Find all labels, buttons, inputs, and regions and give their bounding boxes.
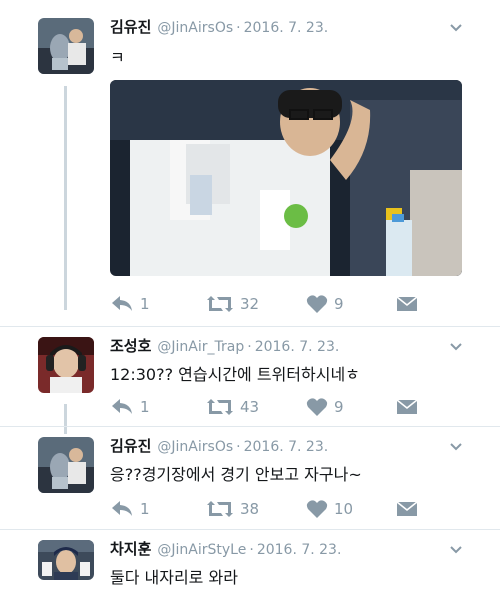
tweet-card[interactable]: 김유진 @JinAirsOs · 2016. 7. 23. ㅋ 1 32 9 <box>0 0 500 330</box>
like-count: 9 <box>334 295 344 313</box>
like-count: 10 <box>334 500 354 518</box>
like-count: 9 <box>334 398 344 416</box>
avatar[interactable] <box>38 337 94 393</box>
reply-button[interactable]: 1 <box>110 497 150 521</box>
tweet-header: 김유진 @JinAirsOs · 2016. 7. 23. <box>110 435 328 456</box>
dm-button[interactable] <box>396 395 424 419</box>
tweet-card[interactable]: 조성호 @JinAir_Trap · 2016. 7. 23. 12:30?? 연습시… <box>0 327 500 427</box>
dm-button[interactable] <box>396 292 424 316</box>
user-handle[interactable]: @JinAirStyLe <box>157 542 246 558</box>
dm-icon <box>396 399 418 414</box>
separator-dot: · <box>236 20 241 36</box>
dm-icon <box>396 501 418 516</box>
retweet-count: 43 <box>240 398 260 416</box>
retweet-icon <box>207 399 233 415</box>
like-button[interactable]: 9 <box>306 292 344 316</box>
dm-button[interactable] <box>396 497 424 521</box>
reply-icon <box>112 501 132 516</box>
user-handle[interactable]: @JinAirsOs <box>157 439 233 455</box>
retweet-button[interactable]: 32 <box>206 292 259 316</box>
reply-icon <box>112 296 132 311</box>
tweet-card[interactable]: 김유진 @JinAirsOs · 2016. 7. 23. 응??경기장에서 경기 안… <box>0 427 500 529</box>
tweet-text: 12:30?? 연습시간에 트위터하시네ㅎ <box>110 365 360 384</box>
separator-dot: · <box>236 439 241 455</box>
retweet-button[interactable]: 38 <box>206 497 259 521</box>
tweet-card[interactable]: 차지훈 @JinAirStyLe · 2016. 7. 23. 둘다 내자리로 와라 <box>0 530 500 604</box>
tweet-header: 김유진 @JinAirsOs · 2016. 7. 23. <box>110 16 328 37</box>
chevron-down-icon[interactable] <box>448 339 464 355</box>
tweet-date[interactable]: 2016. 7. 23. <box>244 439 329 455</box>
retweet-count: 32 <box>240 295 260 313</box>
retweet-count: 38 <box>240 500 260 518</box>
tweet-actions: 1 32 9 <box>110 292 430 316</box>
like-icon <box>306 398 328 416</box>
avatar[interactable] <box>38 437 94 493</box>
reply-count: 1 <box>140 398 150 416</box>
like-button[interactable]: 10 <box>306 497 353 521</box>
display-name[interactable]: 조성호 <box>110 337 151 355</box>
user-handle[interactable]: @JinAirsOs <box>157 20 233 36</box>
tweet-text: ㅋ <box>110 48 125 67</box>
avatar[interactable] <box>38 540 94 580</box>
tweet-date[interactable]: 2016. 7. 23. <box>257 542 342 558</box>
display-name[interactable]: 차지훈 <box>110 540 151 558</box>
user-handle[interactable]: @JinAir_Trap <box>157 339 244 355</box>
tweet-header: 차지훈 @JinAirStyLe · 2016. 7. 23. <box>110 538 341 559</box>
reply-button[interactable]: 1 <box>110 395 150 419</box>
tweet-date[interactable]: 2016. 7. 23. <box>255 339 340 355</box>
chevron-down-icon[interactable] <box>448 542 464 558</box>
reply-icon <box>112 399 132 414</box>
chevron-down-icon[interactable] <box>448 20 464 36</box>
like-icon <box>306 295 328 313</box>
tweet-photo[interactable] <box>110 80 462 276</box>
retweet-icon <box>207 296 233 312</box>
reply-count: 1 <box>140 295 150 313</box>
like-icon <box>306 500 328 518</box>
display-name[interactable]: 김유진 <box>110 18 151 36</box>
tweet-actions: 1 43 9 <box>110 395 430 419</box>
separator-dot: · <box>247 339 252 355</box>
tweet-text: 응??경기장에서 경기 안보고 자구나~ <box>110 465 362 484</box>
separator-dot: · <box>249 542 254 558</box>
tweet-date[interactable]: 2016. 7. 23. <box>244 20 329 36</box>
tweet-actions: 1 38 10 <box>110 497 430 521</box>
retweet-icon <box>207 501 233 517</box>
reply-button[interactable]: 1 <box>110 292 150 316</box>
avatar[interactable] <box>38 18 94 74</box>
reply-count: 1 <box>140 500 150 518</box>
display-name[interactable]: 김유진 <box>110 437 151 455</box>
chevron-down-icon[interactable] <box>448 439 464 455</box>
like-button[interactable]: 9 <box>306 395 344 419</box>
tweet-header: 조성호 @JinAir_Trap · 2016. 7. 23. <box>110 335 339 356</box>
retweet-button[interactable]: 43 <box>206 395 259 419</box>
dm-icon <box>396 296 418 311</box>
tweet-text: 둘다 내자리로 와라 <box>110 568 238 587</box>
